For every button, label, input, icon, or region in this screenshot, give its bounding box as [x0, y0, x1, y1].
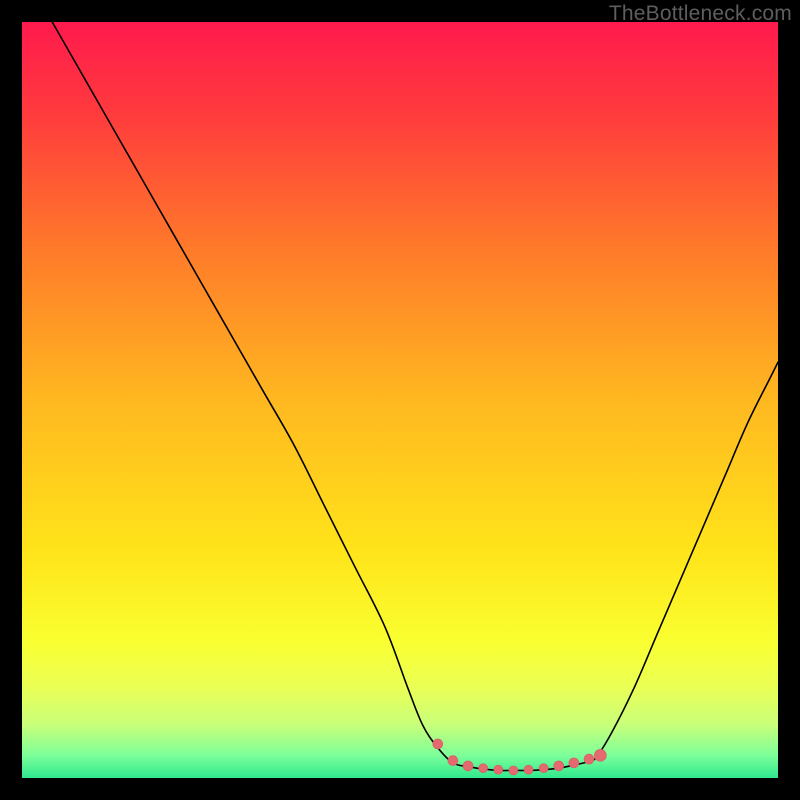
highlight-markers [433, 739, 607, 775]
marker-dot [433, 739, 443, 749]
marker-dot [539, 764, 548, 773]
marker-dot [569, 758, 579, 768]
marker-dot [584, 754, 594, 764]
marker-dot [509, 766, 518, 775]
marker-dot [594, 749, 606, 761]
marker-dot [463, 761, 473, 771]
chart-svg [22, 22, 778, 778]
marker-dot [479, 764, 488, 773]
marker-dot [524, 765, 533, 774]
marker-dot [554, 761, 564, 771]
bottleneck-curve [52, 22, 778, 771]
watermark-text: TheBottleneck.com [609, 2, 792, 26]
marker-dot [448, 756, 458, 766]
chart-frame: TheBottleneck.com [0, 0, 800, 800]
marker-dot [494, 765, 503, 774]
plot-area [22, 22, 778, 778]
